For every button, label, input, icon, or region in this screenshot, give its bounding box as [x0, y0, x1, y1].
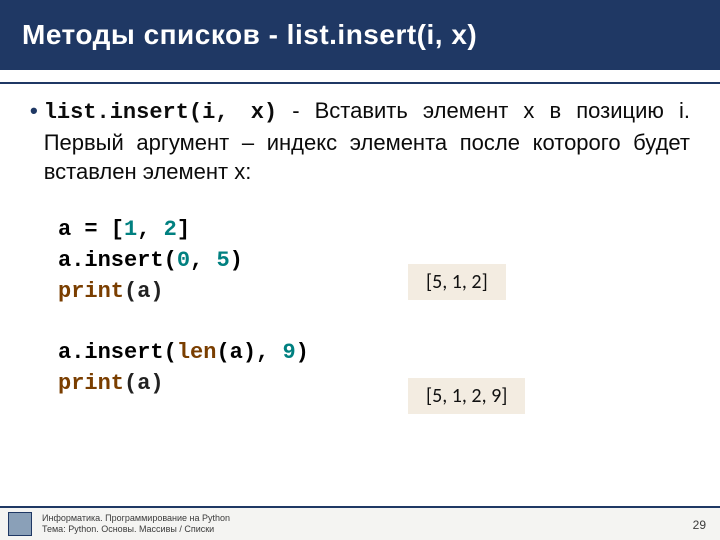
footer-line1: Информатика. Программирование на Python — [42, 513, 230, 524]
code-line-2: a.insert(0, 5) — [58, 246, 690, 277]
output-box-1: [5, 1, 2] — [408, 264, 506, 300]
bullet-item: • list.insert(i, x) - Вставить элемент x… — [30, 96, 690, 187]
page-number: 29 — [693, 518, 706, 532]
code-blank — [58, 307, 690, 338]
footer-line2: Тема: Python. Основы. Массивы / Списки — [42, 524, 230, 535]
code-block: a = [1, 2] a.insert(0, 5) print(a) a.ins… — [58, 215, 690, 400]
code-line-4: a.insert(len(a), 9) — [58, 338, 690, 369]
code-line-3: print(a) — [58, 277, 690, 308]
slide-body: • list.insert(i, x) - Вставить элемент x… — [30, 96, 690, 400]
bullet-marker: • — [30, 96, 38, 187]
bullet-text: list.insert(i, x) - Вставить элемент x в… — [44, 96, 690, 187]
title-underline — [0, 82, 720, 84]
footer: Информатика. Программирование на Python … — [0, 506, 720, 540]
footer-logo — [8, 512, 32, 536]
code-line-1: a = [1, 2] — [58, 215, 690, 246]
slide: Методы списков - list.insert(i, x) • lis… — [0, 0, 720, 540]
slide-title: Методы списков - list.insert(i, x) — [22, 19, 477, 51]
code-line-5: print(a) — [58, 369, 690, 400]
output-box-2: [5, 1, 2, 9] — [408, 378, 525, 414]
bullet-code: list.insert(i, x) — [44, 100, 277, 125]
footer-text: Информатика. Программирование на Python … — [42, 513, 230, 535]
title-bar: Методы списков - list.insert(i, x) — [0, 0, 720, 70]
